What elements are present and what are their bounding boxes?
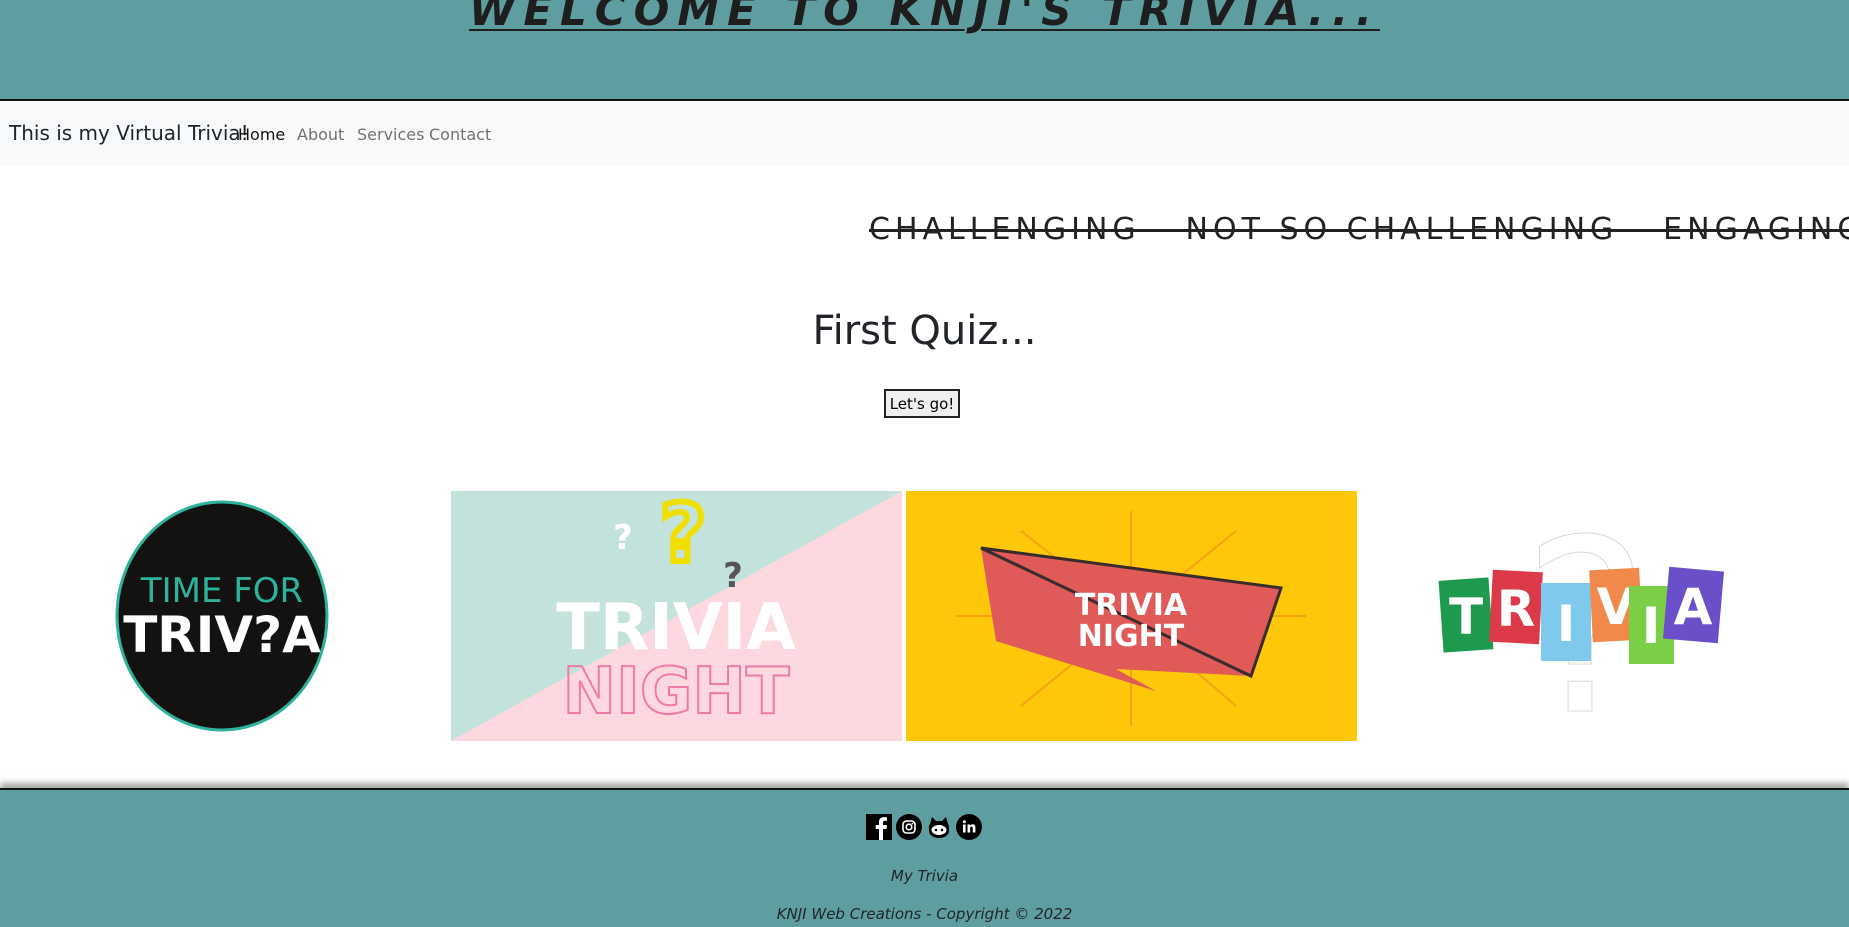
nav-link-about[interactable]: About	[297, 125, 344, 144]
site-footer: My Trivia KNJI Web Creations - Copyright…	[0, 788, 1849, 927]
trivia-letter-t: T	[1449, 588, 1483, 646]
tile2-line1: TRIVIA	[556, 591, 796, 665]
navbar: This is my Virtual Trivia! Home About Se…	[0, 101, 1849, 165]
instagram-icon[interactable]	[896, 814, 922, 840]
page-title: WELCOME TO KNJI'S TRIVIA...	[469, 0, 1380, 35]
github-icon[interactable]	[926, 814, 952, 840]
svg-text:?: ?	[723, 556, 743, 596]
trivia-letter-i1: I	[1557, 595, 1576, 653]
tile1-line1: TIME FOR	[140, 571, 303, 611]
site-header: WELCOME TO KNJI'S TRIVIA...	[0, 0, 1849, 101]
footer-copyright: KNJI Web Creations - Copyright © 2022	[776, 905, 1073, 923]
nav-link-contact[interactable]: Contact	[429, 125, 491, 144]
quiz-title: First Quiz...	[812, 308, 1037, 354]
nav-link-home[interactable]: Home	[238, 125, 285, 144]
social-links	[866, 814, 982, 840]
tile3-line1: TRIVIA	[1075, 588, 1188, 623]
tile3-line2: NIGHT	[1078, 619, 1185, 654]
tile1-line2: TRIV?A	[123, 606, 321, 664]
tagline: CHALLENGING - NOT SO CHALLENGING - ENGAG…	[869, 212, 1849, 247]
trivia-letter-a: A	[1674, 578, 1713, 636]
trivia-night-yellow-image: TRIVIA NIGHT	[906, 491, 1357, 741]
trivia-letter-i2: I	[1642, 597, 1661, 655]
tile2-line2: NIGHT	[562, 655, 789, 729]
trivia-letter-r: R	[1497, 580, 1536, 638]
facebook-icon[interactable]	[866, 814, 892, 840]
time-for-trivia-image: TIME FOR TRIV?A	[0, 491, 451, 741]
svg-text:?: ?	[613, 518, 633, 558]
navbar-brand[interactable]: This is my Virtual Trivia!	[9, 121, 249, 145]
trivia-night-pastel-image: ? ? ? TRIVIA NIGHT	[451, 491, 902, 741]
nav-link-services[interactable]: Services	[357, 125, 424, 144]
svg-text:?: ?	[660, 491, 706, 580]
linkedin-icon[interactable]	[956, 814, 982, 840]
trivia-colorful-image: ? T R I V I A	[1361, 491, 1812, 741]
lets-go-button[interactable]: Let's go!	[884, 389, 960, 418]
footer-site-name: My Trivia	[890, 867, 959, 885]
